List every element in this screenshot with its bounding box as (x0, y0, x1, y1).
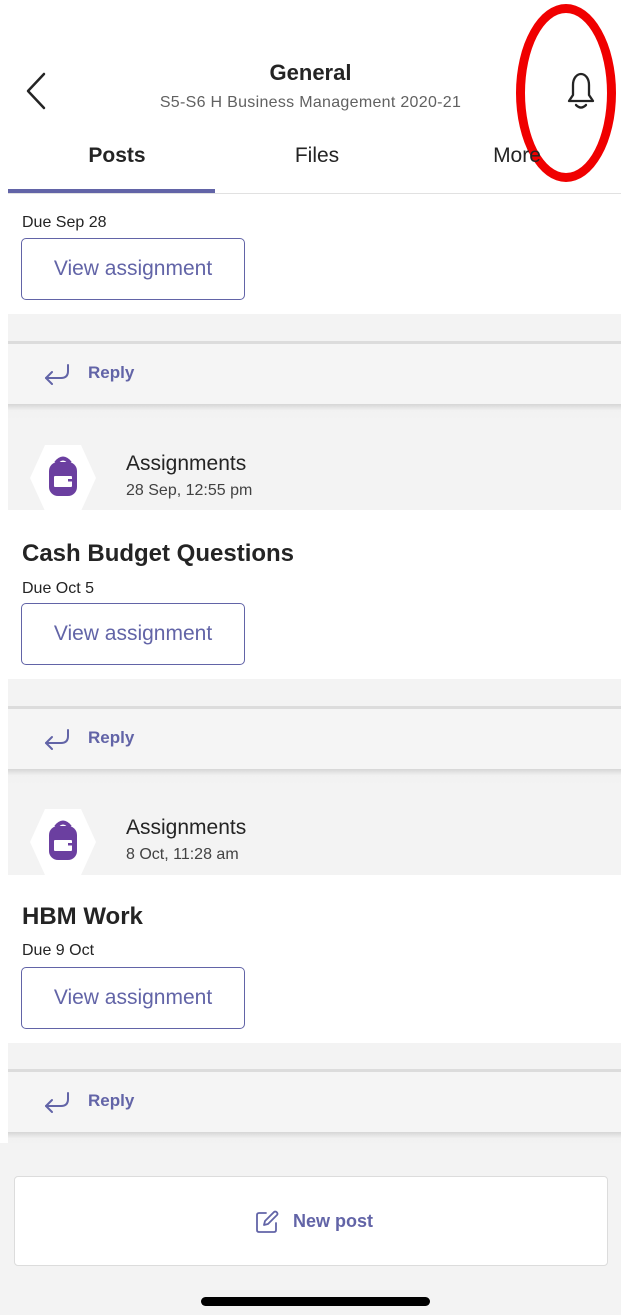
notifications-button[interactable] (556, 66, 606, 116)
reply-row[interactable]: Reply (8, 344, 621, 404)
view-assignment-button[interactable]: View assignment (21, 603, 245, 665)
team-subtitle: S5-S6 H Business Management 2020-21 (159, 94, 462, 111)
post-timestamp: 28 Sep, 12:55 pm (126, 482, 253, 499)
post-footer (8, 679, 621, 706)
reply-label: Reply (88, 363, 135, 382)
post-timestamp: 8 Oct, 11:28 am (126, 846, 239, 863)
due-date: Due 9 Oct (22, 942, 95, 959)
reply-label: Reply (88, 1091, 135, 1110)
post-separator (8, 769, 621, 785)
reply-row[interactable]: Reply (8, 709, 621, 769)
post-sender: Assignments (126, 452, 247, 475)
post-separator (8, 404, 621, 420)
view-assignment-button[interactable]: View assignment (21, 967, 245, 1029)
reply-arrow-icon (45, 1092, 69, 1113)
channel-title: General (269, 60, 352, 85)
view-assignment-button[interactable]: View assignment (21, 238, 245, 300)
assignment-title: Cash Budget Questions (22, 540, 295, 567)
post-footer (8, 1043, 621, 1069)
tab-more[interactable]: More (462, 144, 572, 168)
bell-icon (567, 72, 595, 109)
post-footer (8, 314, 621, 341)
reply-arrow-icon (45, 729, 69, 750)
new-post-button[interactable]: New post (14, 1176, 608, 1266)
post-header (8, 785, 621, 875)
home-indicator (201, 1297, 430, 1306)
assignments-app-icon (30, 445, 96, 511)
tab-posts[interactable]: Posts (62, 144, 172, 168)
reply-label: Reply (88, 728, 135, 747)
assignment-title: HBM Work (22, 903, 143, 930)
due-date: Due Oct 5 (22, 580, 95, 597)
post-header (8, 420, 621, 510)
compose-icon (256, 1210, 279, 1233)
tab-selected-indicator (8, 189, 215, 193)
new-post-label: New post (293, 1211, 374, 1231)
reply-row[interactable]: Reply (8, 1072, 621, 1132)
post-sender: Assignments (126, 816, 247, 839)
assignments-app-icon (30, 809, 96, 875)
tab-files[interactable]: Files (262, 144, 372, 168)
reply-arrow-icon (45, 364, 69, 385)
due-date: Due Sep 28 (22, 214, 107, 231)
tab-divider (8, 193, 621, 194)
